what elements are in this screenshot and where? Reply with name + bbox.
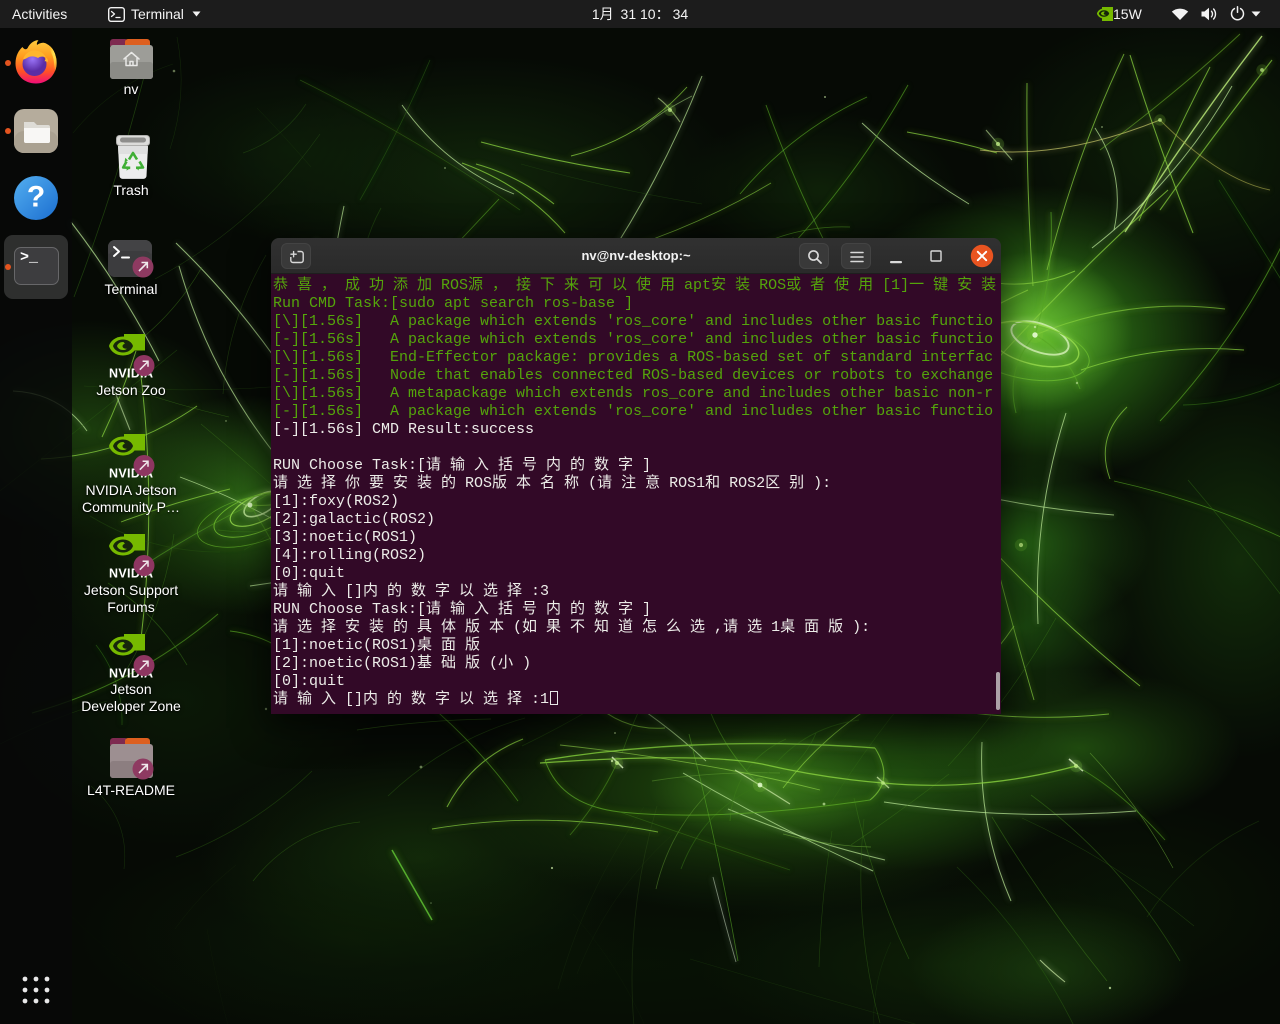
svg-text:?: ? [27, 181, 45, 214]
